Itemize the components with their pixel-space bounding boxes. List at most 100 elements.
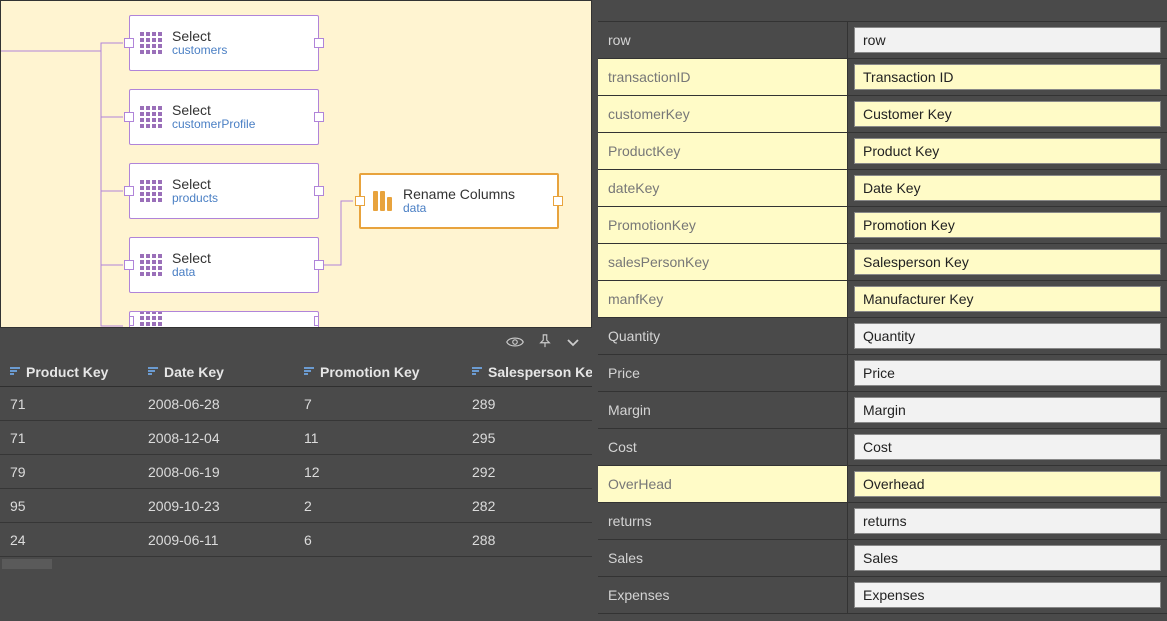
mapping-target-cell bbox=[848, 466, 1167, 502]
mapping-row: dateKey bbox=[598, 170, 1167, 207]
node-subtitle: products bbox=[172, 192, 218, 205]
mapping-target-input[interactable] bbox=[854, 360, 1161, 386]
table-cell: 79 bbox=[0, 464, 138, 480]
mapping-source-label: salesPersonKey bbox=[598, 244, 848, 280]
table-cell: 2009-10-23 bbox=[138, 498, 294, 514]
horizontal-scrollbar[interactable] bbox=[2, 559, 52, 569]
output-port[interactable] bbox=[314, 260, 324, 270]
mapping-row: PromotionKey bbox=[598, 207, 1167, 244]
mapping-row: row bbox=[598, 22, 1167, 59]
rename-columns-icon bbox=[369, 188, 395, 214]
left-pane: Selectcustomers SelectcustomerProfile Sele… bbox=[0, 0, 598, 621]
table-cell: 292 bbox=[462, 464, 592, 480]
mapping-target-input[interactable] bbox=[854, 286, 1161, 312]
node-select-partial[interactable]: Select bbox=[129, 311, 319, 328]
mapping-row: Cost bbox=[598, 429, 1167, 466]
mapping-target-input[interactable] bbox=[854, 508, 1161, 534]
mapping-target-input[interactable] bbox=[854, 582, 1161, 608]
table-cell: 71 bbox=[0, 430, 138, 446]
table-header: Product Key Date Key Promotion Key Salesper… bbox=[0, 358, 592, 387]
input-port[interactable] bbox=[124, 260, 134, 270]
table-cell: 2009-06-11 bbox=[138, 532, 294, 548]
column-header-label: Date Key bbox=[164, 364, 224, 380]
column-header[interactable]: Product Key bbox=[0, 358, 138, 386]
node-select-data[interactable]: Selectdata bbox=[129, 237, 319, 293]
table-row[interactable]: 712008-12-0411295 bbox=[0, 421, 592, 455]
mapping-target-input[interactable] bbox=[854, 397, 1161, 423]
node-title: Select bbox=[172, 177, 218, 192]
table-grid-icon bbox=[138, 30, 164, 56]
mapping-target-input[interactable] bbox=[854, 323, 1161, 349]
input-port[interactable] bbox=[129, 316, 134, 326]
column-header[interactable]: Promotion Key bbox=[294, 358, 462, 386]
input-port[interactable] bbox=[124, 112, 134, 122]
mapping-target-input[interactable] bbox=[854, 212, 1161, 238]
table-cell: 288 bbox=[462, 532, 592, 548]
node-select-customerProfile[interactable]: SelectcustomerProfile bbox=[129, 89, 319, 145]
table-cell: 2008-06-28 bbox=[138, 396, 294, 412]
node-select-products[interactable]: Selectproducts bbox=[129, 163, 319, 219]
table-grid-icon bbox=[138, 104, 164, 130]
table-row[interactable]: 952009-10-232282 bbox=[0, 489, 592, 523]
mapping-target-cell bbox=[848, 281, 1167, 317]
node-rename-columns[interactable]: Rename Columnsdata bbox=[359, 173, 559, 229]
mapping-target-input[interactable] bbox=[854, 545, 1161, 571]
column-mapping-list: rowtransactionIDcustomerKeyProductKeydat… bbox=[598, 22, 1167, 614]
mapping-target-input[interactable] bbox=[854, 138, 1161, 164]
mapping-target-input[interactable] bbox=[854, 27, 1161, 53]
pin-icon[interactable] bbox=[538, 334, 552, 352]
table-row[interactable]: 712008-06-287289 bbox=[0, 387, 592, 421]
mapping-source-label: Cost bbox=[598, 429, 848, 465]
table-cell: 71 bbox=[0, 396, 138, 412]
output-port[interactable] bbox=[314, 186, 324, 196]
mapping-target-input[interactable] bbox=[854, 64, 1161, 90]
mapping-row: Sales bbox=[598, 540, 1167, 577]
table-row[interactable]: 792008-06-1912292 bbox=[0, 455, 592, 489]
mapping-target-input[interactable] bbox=[854, 175, 1161, 201]
table-grid-icon bbox=[138, 311, 164, 328]
table-cell: 95 bbox=[0, 498, 138, 514]
output-port[interactable] bbox=[314, 316, 319, 326]
table-cell: 11 bbox=[294, 430, 462, 446]
mapping-source-label: Margin bbox=[598, 392, 848, 428]
mapping-target-input[interactable] bbox=[854, 471, 1161, 497]
output-port[interactable] bbox=[314, 112, 324, 122]
mapping-target-input[interactable] bbox=[854, 249, 1161, 275]
mapping-source-label: PromotionKey bbox=[598, 207, 848, 243]
sort-icon bbox=[472, 366, 482, 379]
mapping-target-cell bbox=[848, 170, 1167, 206]
workflow-canvas[interactable]: Selectcustomers SelectcustomerProfile Sele… bbox=[0, 0, 592, 328]
input-port[interactable] bbox=[355, 196, 365, 206]
mapping-target-input[interactable] bbox=[854, 434, 1161, 460]
table-cell: 7 bbox=[294, 396, 462, 412]
mapping-row: Margin bbox=[598, 392, 1167, 429]
column-header[interactable]: Salesperson Key bbox=[462, 358, 592, 386]
mapping-target-cell bbox=[848, 392, 1167, 428]
node-select-customers[interactable]: Selectcustomers bbox=[129, 15, 319, 71]
mapping-source-label: row bbox=[598, 22, 848, 58]
output-port[interactable] bbox=[553, 196, 563, 206]
data-preview-table: Product Key Date Key Promotion Key Salesper… bbox=[0, 358, 592, 621]
table-row[interactable]: 242009-06-116288 bbox=[0, 523, 592, 557]
node-title: Rename Columns bbox=[403, 187, 515, 202]
mapping-row: salesPersonKey bbox=[598, 244, 1167, 281]
chevron-down-icon[interactable] bbox=[566, 335, 580, 352]
column-header-label: Promotion Key bbox=[320, 364, 420, 380]
visibility-icon[interactable] bbox=[506, 335, 524, 352]
mapping-row: manfKey bbox=[598, 281, 1167, 318]
mapping-target-cell bbox=[848, 429, 1167, 465]
mapping-target-cell bbox=[848, 59, 1167, 95]
output-port[interactable] bbox=[314, 38, 324, 48]
mapping-target-input[interactable] bbox=[854, 101, 1161, 127]
mapping-source-label: Price bbox=[598, 355, 848, 391]
mapping-header bbox=[598, 0, 1167, 22]
mapping-target-cell bbox=[848, 244, 1167, 280]
mapping-row: OverHead bbox=[598, 466, 1167, 503]
input-port[interactable] bbox=[124, 38, 134, 48]
mapping-source-label: Expenses bbox=[598, 577, 848, 613]
column-header[interactable]: Date Key bbox=[138, 358, 294, 386]
mapping-source-label: transactionID bbox=[598, 59, 848, 95]
mapping-row: Expenses bbox=[598, 577, 1167, 614]
node-subtitle: data bbox=[172, 266, 211, 279]
input-port[interactable] bbox=[124, 186, 134, 196]
